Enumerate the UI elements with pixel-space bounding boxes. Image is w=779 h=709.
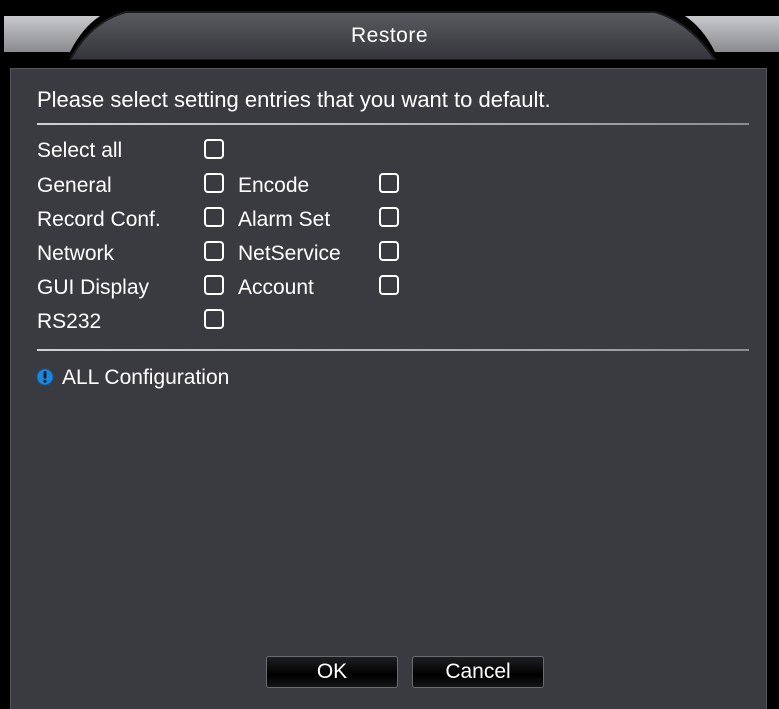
- encode-checkbox[interactable]: [379, 173, 399, 193]
- restore-dialog: Restore Please select setting entries th…: [0, 0, 779, 709]
- restore-panel: Please select setting entries that you w…: [10, 68, 767, 709]
- net-service-label: NetService: [238, 242, 341, 265]
- alarm-set-checkbox[interactable]: [379, 207, 399, 227]
- title-bar[interactable]: Restore: [0, 0, 779, 60]
- divider-top: [37, 123, 749, 125]
- record-conf-checkbox[interactable]: [204, 207, 224, 227]
- network-checkbox[interactable]: [204, 241, 224, 261]
- net-service-checkbox[interactable]: [379, 241, 399, 261]
- instruction-text: Please select setting entries that you w…: [37, 87, 551, 112]
- ok-button[interactable]: OK: [266, 656, 398, 688]
- general-label: General: [37, 174, 112, 197]
- account-label: Account: [238, 276, 314, 299]
- encode-label: Encode: [238, 174, 310, 197]
- network-label: Network: [37, 242, 115, 265]
- alarm-set-label: Alarm Set: [238, 208, 331, 231]
- info-icon: [36, 368, 54, 386]
- divider-bottom: [37, 349, 749, 351]
- select-all-label: Select all: [37, 139, 123, 162]
- account-checkbox[interactable]: [379, 275, 399, 295]
- rs232-label: RS232: [37, 310, 102, 333]
- general-checkbox[interactable]: [204, 173, 224, 193]
- gui-display-label: GUI Display: [37, 276, 150, 299]
- gui-display-checkbox[interactable]: [204, 275, 224, 295]
- cancel-button[interactable]: Cancel: [412, 656, 544, 688]
- rs232-checkbox[interactable]: [204, 309, 224, 329]
- dialog-title: Restore: [350, 24, 429, 47]
- info-message: ALL Configuration: [62, 366, 230, 389]
- record-conf-label: Record Conf.: [37, 208, 161, 231]
- select-all-checkbox[interactable]: [204, 139, 224, 159]
